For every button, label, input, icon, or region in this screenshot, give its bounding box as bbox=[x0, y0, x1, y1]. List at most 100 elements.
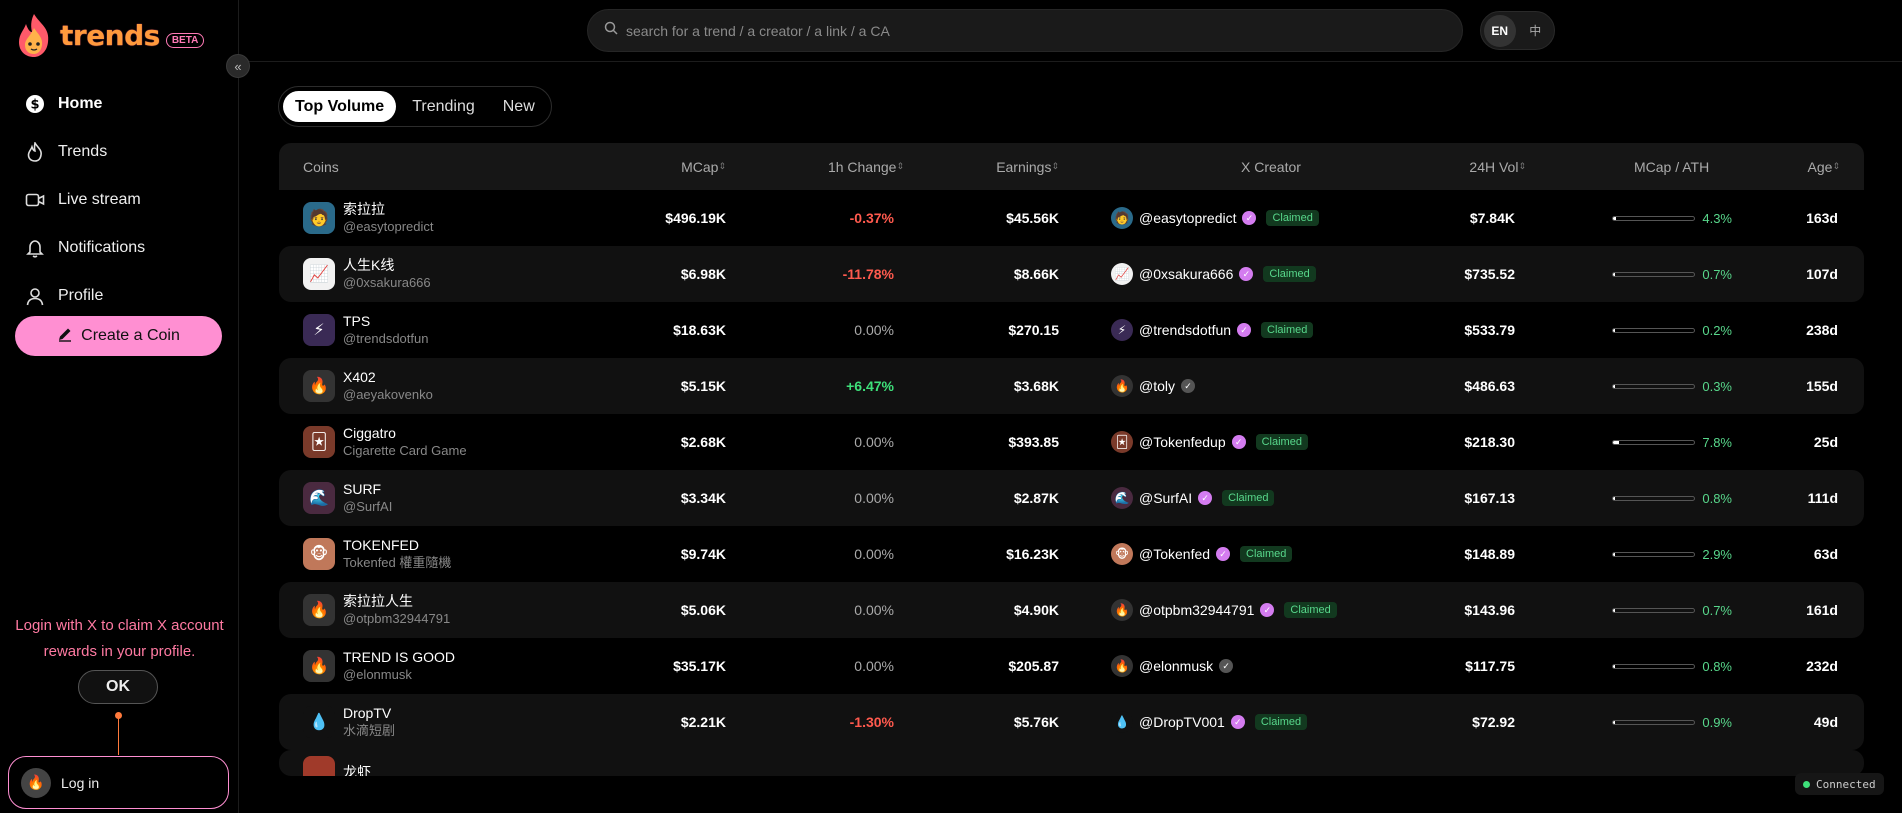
coin-name: 索拉拉人生 bbox=[343, 593, 413, 609]
claimed-badge: Claimed bbox=[1266, 210, 1319, 226]
ath-progress-fill bbox=[1613, 720, 1616, 724]
header-mcap-ath: MCap / ATH bbox=[1634, 158, 1710, 175]
table-row[interactable]: 🧑 索拉拉 @easytopredict $496.19K -0.37% $45… bbox=[279, 190, 1864, 246]
change-value: 0.00% bbox=[854, 602, 894, 618]
tab-top-volume[interactable]: Top Volume bbox=[283, 91, 397, 122]
coin-info: DropTV 水滴短剧 bbox=[343, 704, 395, 740]
creator-cell[interactable]: 🔥 @elonmusk ✓ bbox=[1111, 655, 1234, 677]
volume-value: $72.92 bbox=[1472, 714, 1515, 730]
creator-avatar: 🔥 bbox=[1111, 599, 1133, 621]
header-mcap[interactable]: MCap bbox=[681, 159, 726, 175]
ath-cell: 0.7% bbox=[1612, 603, 1732, 618]
coin-name: TPS bbox=[343, 313, 371, 329]
table-row[interactable]: ⚡ TPS @trendsdotfun $18.63K 0.00% $270.1… bbox=[279, 302, 1864, 358]
ath-value: 0.8% bbox=[1702, 658, 1732, 674]
mcap-value: $3.34K bbox=[680, 490, 726, 506]
earnings-value: $8.66K bbox=[1013, 266, 1059, 282]
volume-value: $218.30 bbox=[1464, 434, 1515, 450]
header-age[interactable]: Age bbox=[1808, 159, 1840, 175]
earnings-value: $270.15 bbox=[1008, 322, 1059, 338]
table-row[interactable]: 🔥 TREND IS GOOD @elonmusk $35.17K 0.00% … bbox=[279, 638, 1864, 694]
creator-handle: @elonmusk bbox=[1139, 658, 1214, 674]
sidebar-item-notifications[interactable]: Notifications bbox=[24, 224, 145, 272]
age-value: 163d bbox=[1806, 210, 1838, 226]
age-value: 63d bbox=[1813, 546, 1838, 562]
creator-cell[interactable]: 🔥 @otpbm32944791 ✓ Claimed bbox=[1111, 599, 1337, 621]
verified-icon: ✓ bbox=[1198, 491, 1213, 505]
logo[interactable]: trends BETA bbox=[14, 12, 205, 58]
mcap-value: $18.63K bbox=[673, 322, 726, 338]
change-value: +6.47% bbox=[846, 378, 894, 394]
ath-cell: 0.8% bbox=[1612, 659, 1732, 674]
claimed-badge: Claimed bbox=[1284, 602, 1337, 618]
creator-cell[interactable]: 🌊 @SurfAI ✓ Claimed bbox=[1111, 487, 1275, 509]
ath-progress-fill bbox=[1613, 608, 1616, 612]
coin-cell: 💧 DropTV 水滴短剧 bbox=[303, 704, 395, 740]
header-earnings[interactable]: Earnings bbox=[996, 159, 1059, 175]
coin-image: 🐵 bbox=[303, 538, 335, 570]
header-1h-change[interactable]: 1h Change bbox=[828, 159, 904, 175]
ath-progress-bar bbox=[1612, 607, 1696, 613]
claimed-badge: Claimed bbox=[1240, 546, 1293, 562]
table-body: 🧑 索拉拉 @easytopredict $496.19K -0.37% $45… bbox=[279, 190, 1864, 776]
coin-cell: 🔥 TREND IS GOOD @elonmusk bbox=[303, 648, 455, 684]
creator-avatar: 💧 bbox=[1111, 711, 1133, 733]
claimed-badge: Claimed bbox=[1263, 266, 1316, 282]
creator-cell[interactable]: 🔥 @toly ✓ bbox=[1111, 375, 1195, 397]
table-row[interactable]: 🐵 TOKENFED Tokenfed 權重隨機 $9.74K 0.00% $1… bbox=[279, 526, 1864, 582]
coin-info: TPS @trendsdotfun bbox=[343, 312, 428, 348]
coin-subtitle: 水滴短剧 bbox=[343, 723, 396, 738]
login-button[interactable]: 🔥 Log in bbox=[8, 756, 229, 809]
sidebar-item-profile[interactable]: Profile bbox=[24, 272, 145, 320]
coin-info: 索拉拉人生 @otpbm32944791 bbox=[343, 592, 450, 628]
creator-cell[interactable]: 📈 @0xsakura666 ✓ Claimed bbox=[1111, 263, 1316, 285]
creator-cell[interactable]: 🐵 @Tokenfed ✓ Claimed bbox=[1111, 543, 1293, 565]
search-bar[interactable] bbox=[587, 9, 1463, 52]
table-row[interactable]: 💧 DropTV 水滴短剧 $2.21K -1.30% $5.76K 💧 @Dr… bbox=[279, 694, 1864, 750]
lang-en-button[interactable]: EN bbox=[1484, 14, 1516, 47]
user-icon bbox=[24, 285, 46, 307]
creator-handle: @trendsdotfun bbox=[1139, 322, 1232, 338]
sidebar-item-home[interactable]: $ Home bbox=[24, 80, 145, 128]
creator-avatar: 📈 bbox=[1111, 263, 1133, 285]
ath-progress-bar bbox=[1612, 439, 1696, 445]
creator-cell[interactable]: 💧 @DropTV001 ✓ Claimed bbox=[1111, 711, 1308, 733]
top-bar: EN 中 bbox=[240, 0, 1902, 62]
coin-name: 索拉拉 bbox=[343, 201, 385, 217]
coin-image: 🧑 bbox=[303, 202, 335, 234]
table-row[interactable]: 🔥 索拉拉人生 @otpbm32944791 $5.06K 0.00% $4.9… bbox=[279, 582, 1864, 638]
create-coin-button[interactable]: Create a Coin bbox=[15, 316, 222, 356]
table-row[interactable]: 🔥 X402 @aeyakovenko $5.15K +6.47% $3.68K… bbox=[279, 358, 1864, 414]
creator-cell[interactable]: 🃏 @Tokenfedup ✓ Claimed bbox=[1111, 431, 1308, 453]
creator-avatar: 🌊 bbox=[1111, 487, 1133, 509]
age-value: 111d bbox=[1807, 490, 1838, 506]
header-coins: Coins bbox=[303, 158, 339, 175]
creator-cell[interactable]: 🧑 @easytopredict ✓ Claimed bbox=[1111, 207, 1319, 229]
coin-cell: 🧑 索拉拉 @easytopredict bbox=[303, 200, 434, 236]
lang-zh-button[interactable]: 中 bbox=[1520, 15, 1552, 47]
ath-cell: 4.3% bbox=[1612, 211, 1732, 226]
header-24h-vol[interactable]: 24H Vol bbox=[1469, 159, 1526, 175]
search-input[interactable] bbox=[626, 22, 1426, 39]
tab-trending[interactable]: Trending bbox=[400, 91, 487, 122]
ath-progress-fill bbox=[1613, 440, 1620, 444]
coin-info: TOKENFED Tokenfed 權重隨機 bbox=[343, 536, 451, 572]
creator-avatar: 🐵 bbox=[1111, 543, 1133, 565]
collapse-sidebar-button[interactable]: « bbox=[226, 54, 250, 78]
table-row[interactable]: 🃏 Ciggatro Cigarette Card Game $2.68K 0.… bbox=[279, 414, 1864, 470]
table-row[interactable]: 龙虾 bbox=[279, 750, 1864, 776]
table-row[interactable]: 📈 人生K线 @0xsakura666 $6.98K -11.78% $8.66… bbox=[279, 246, 1864, 302]
ath-value: 0.9% bbox=[1702, 714, 1732, 730]
tab-new[interactable]: New bbox=[491, 91, 547, 122]
sidebar-item-label: Trends bbox=[58, 143, 108, 160]
coin-info: 索拉拉 @easytopredict bbox=[343, 200, 434, 236]
creator-cell[interactable]: ⚡ @trendsdotfun ✓ Claimed bbox=[1111, 319, 1314, 341]
table-row[interactable]: 🌊 SURF @SurfAI $3.34K 0.00% $2.87K 🌊 @Su… bbox=[279, 470, 1864, 526]
volume-value: $143.96 bbox=[1464, 602, 1515, 618]
ath-value: 0.2% bbox=[1702, 322, 1732, 338]
ok-button[interactable]: OK bbox=[78, 670, 158, 704]
sidebar-item-trends[interactable]: Trends bbox=[24, 128, 145, 176]
claimed-badge: Claimed bbox=[1261, 322, 1314, 338]
ath-value: 0.8% bbox=[1702, 490, 1732, 506]
sidebar-item-live-stream[interactable]: Live stream bbox=[24, 176, 145, 224]
